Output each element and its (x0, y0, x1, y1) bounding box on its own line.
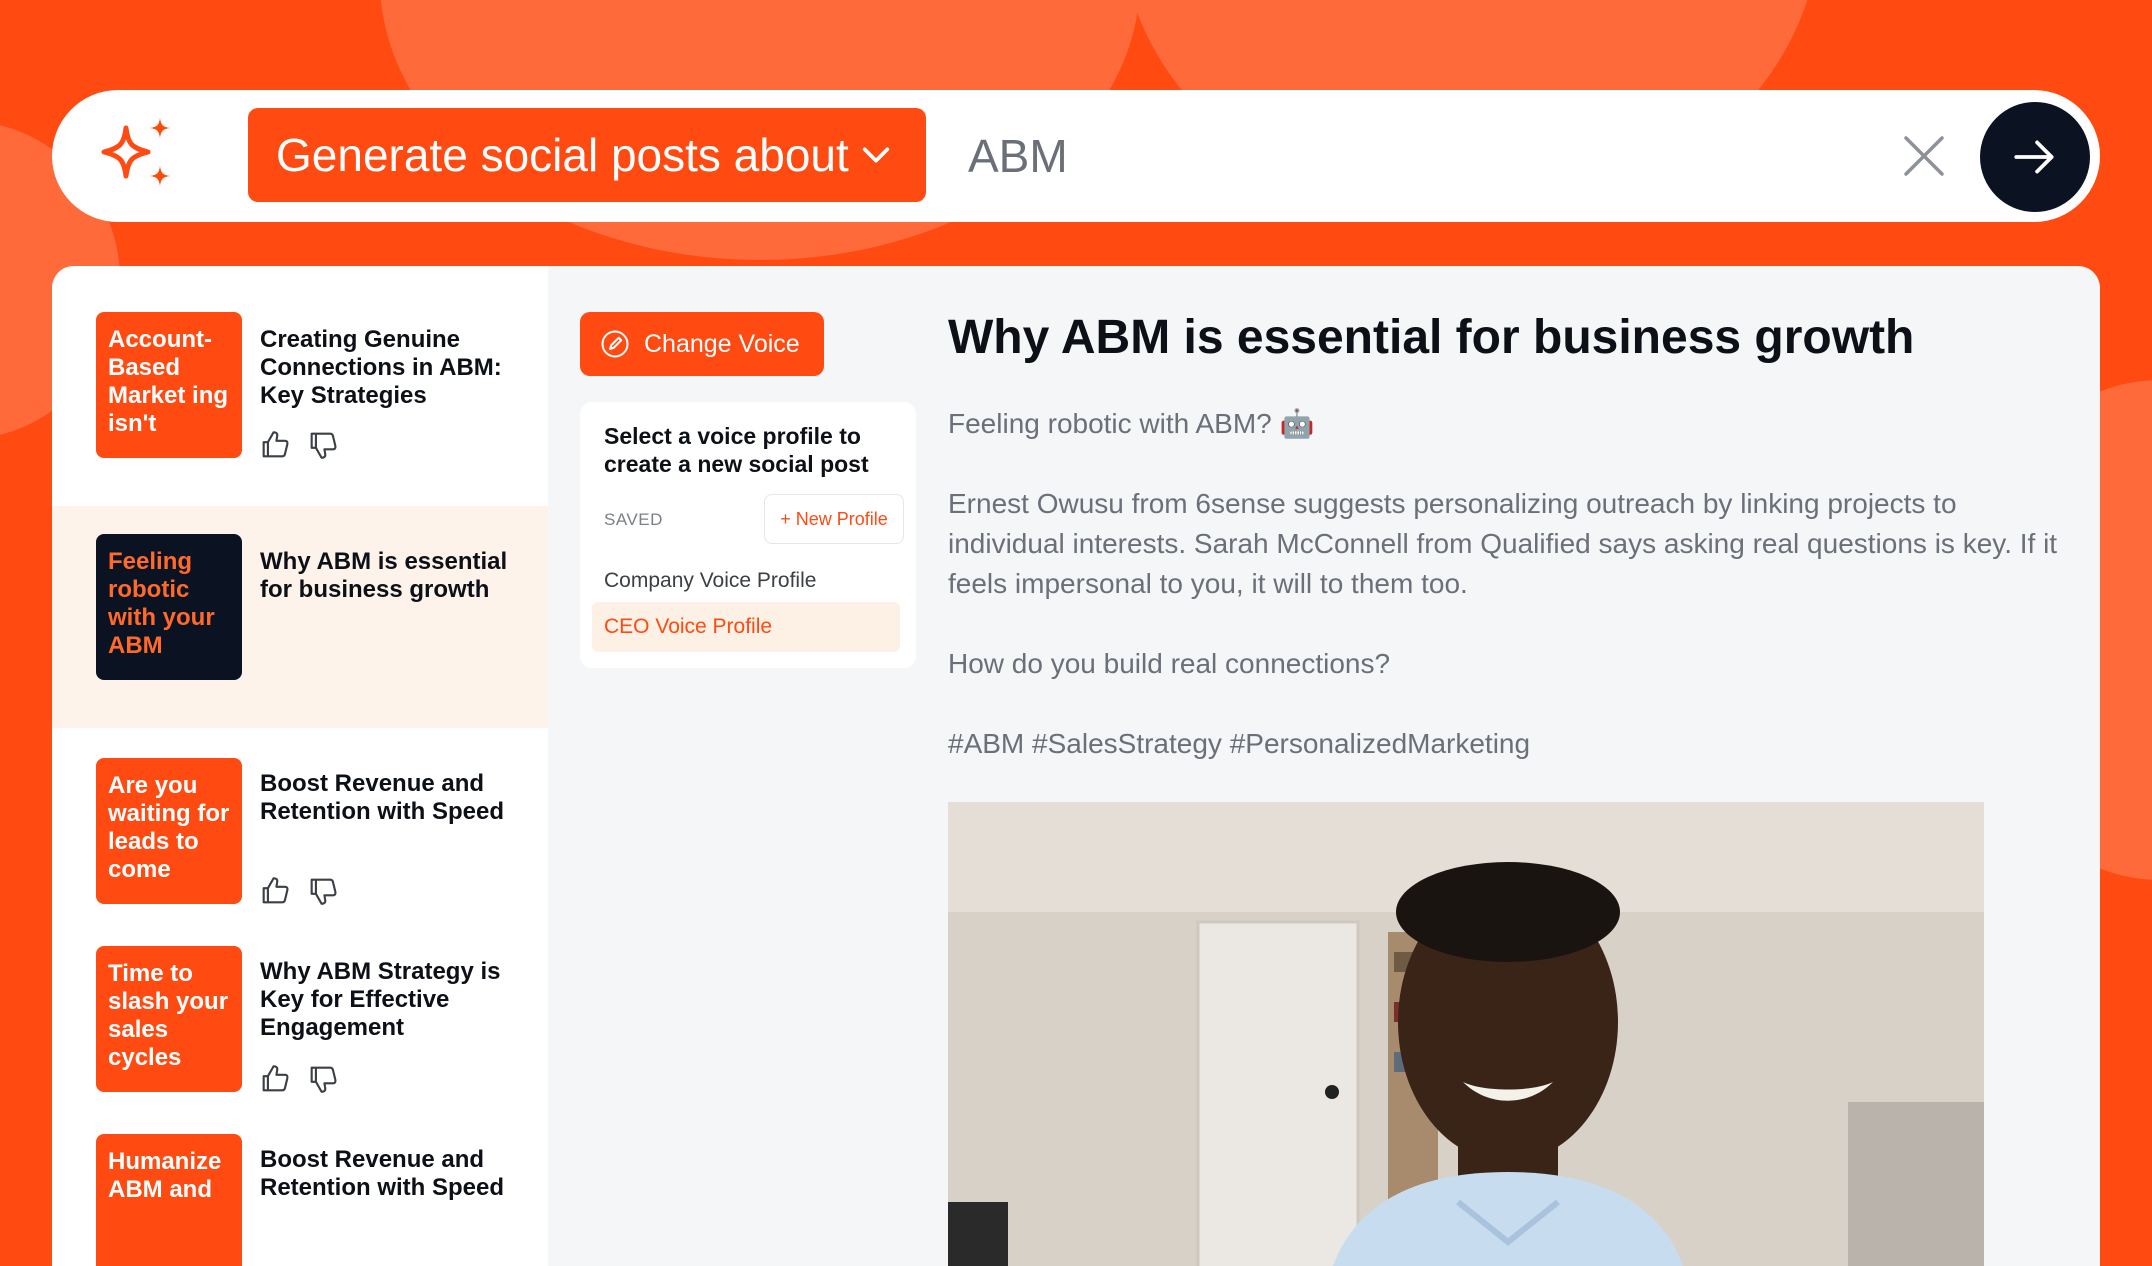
thumbs-up-icon[interactable] (258, 428, 292, 462)
voice-option-company[interactable]: Company Voice Profile (592, 556, 900, 606)
post-paragraph: Feeling robotic with ABM? 🤖 (948, 408, 1315, 439)
voice-profile-card: Select a voice profile to create a new s… (580, 402, 916, 668)
thumbs-down-icon[interactable] (306, 874, 340, 908)
feedback-buttons (258, 1062, 340, 1096)
post-list-item-selected[interactable]: Feeling robotic with your ABM Why ABM is… (52, 506, 548, 728)
post-title: Why ABM Strategy is Key for Effective En… (260, 958, 501, 1041)
post-list-item[interactable]: Account-Based Market ing isn't Creating … (52, 266, 548, 506)
post-type-label: Generate social posts about (276, 129, 849, 181)
edit-icon (601, 330, 629, 358)
search-bar: Generate social posts about ABM (52, 90, 2100, 222)
post-thumbnail: Account-Based Market ing isn't (96, 312, 242, 458)
post-thumbnail: Humanize ABM and (96, 1134, 242, 1266)
post-type-dropdown[interactable]: Generate social posts about (248, 108, 926, 202)
post-list: Account-Based Market ing isn't Creating … (52, 266, 548, 1266)
post-hashtags: #ABM #SalesStrategy #PersonalizedMarketi… (948, 728, 1531, 759)
close-icon[interactable] (1900, 132, 1948, 180)
voice-profile-heading: Select a voice profile to create a new s… (604, 423, 869, 477)
post-thumbnail: Feeling robotic with your ABM (96, 534, 242, 680)
sparkle-icon (101, 118, 170, 186)
change-voice-button[interactable]: Change Voice (580, 312, 824, 376)
thumbs-down-icon[interactable] (306, 1062, 340, 1096)
feedback-buttons (258, 874, 340, 908)
change-voice-label: Change Voice (644, 329, 800, 358)
post-list-item[interactable]: Are you waiting for leads to come Boost … (52, 728, 548, 916)
video-thumbnail[interactable] (948, 802, 1984, 1266)
video-frame-image (948, 802, 1984, 1266)
new-profile-button[interactable]: + New Profile (764, 494, 904, 544)
chevron-down-icon (862, 147, 889, 163)
search-input[interactable]: ABM (968, 90, 1068, 222)
thumbs-up-icon[interactable] (258, 1062, 292, 1096)
post-thumbnail: Time to slash your sales cycles (96, 946, 242, 1092)
post-thumbnail: Are you waiting for leads to come (96, 758, 242, 904)
thumbs-up-icon[interactable] (258, 874, 292, 908)
post-title: Boost Revenue and Retention with Speed (260, 770, 505, 825)
post-list-item[interactable]: Humanize ABM and Boost Revenue and Reten… (52, 1104, 548, 1266)
post-paragraph: How do you build real connections? (948, 648, 1391, 679)
main-panel: Account-Based Market ing isn't Creating … (52, 266, 2100, 1266)
saved-section-label: SAVED (604, 510, 663, 529)
post-title: Creating Genuine Connections in ABM: Key… (260, 326, 502, 409)
post-list-item[interactable]: Time to slash your sales cycles Why ABM … (52, 916, 548, 1104)
post-paragraph: Ernest Owusu from 6sense suggests person… (948, 488, 2058, 599)
submit-button[interactable] (1980, 102, 2090, 212)
arrow-right-icon (2014, 140, 2054, 174)
post-title: Boost Revenue and Retention with Speed (260, 1146, 505, 1201)
post-title: Why ABM is essential for business growth (260, 548, 508, 603)
feedback-buttons (258, 428, 340, 462)
voice-option-ceo[interactable]: CEO Voice Profile (592, 602, 900, 652)
thumbs-down-icon[interactable] (306, 428, 340, 462)
post-preview-title: Why ABM is essential for business growth (948, 311, 1915, 364)
